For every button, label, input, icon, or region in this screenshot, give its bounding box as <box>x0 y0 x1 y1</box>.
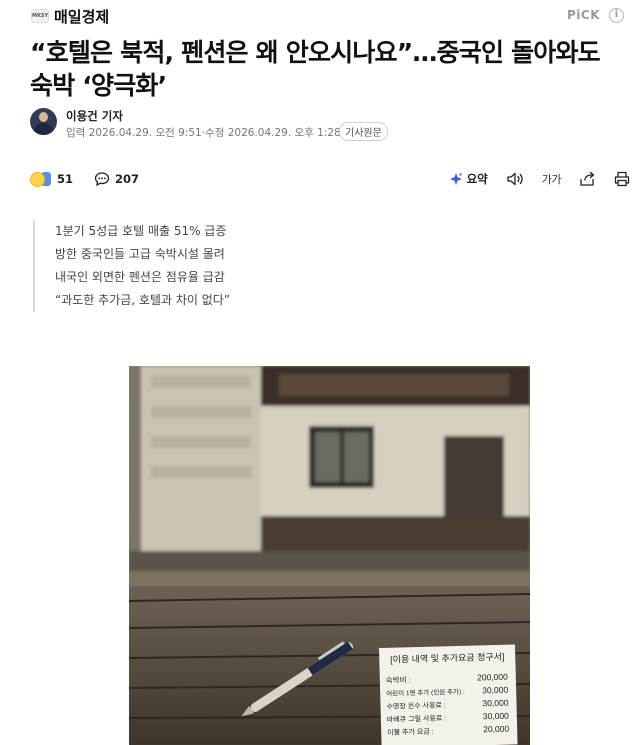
article-photo[interactable]: [이용 내역 및 추가요금 청구서] 숙박비 : 200,000 어린이 1명 … <box>129 366 530 745</box>
share-button[interactable] <box>579 171 596 187</box>
summary-line-1: 1분기 5성급 호텔 매출 51% 급증 <box>55 224 227 238</box>
summary-line-2: 방한 중국인들 고급 숙박시설 몰려 <box>55 247 225 261</box>
receipt-item-label-1: 숙박비 : <box>386 674 411 685</box>
summary-label: 요약 <box>466 172 488 186</box>
press-name[interactable]: 매일경제 <box>54 6 109 27</box>
summary-line-3: 내국인 외면한 펜션은 점유율 급감 <box>55 270 225 284</box>
receipt-item-amount-4: 30,000 <box>483 711 510 722</box>
receipt-item-amount-5: 20,000 <box>483 724 510 735</box>
summary-line-4: “과도한 추가금, 호텔과 차이 없다” <box>55 293 231 307</box>
byline: 이용건 기자 입력 2026.04.29. 오전 9:51·수정 2026.04… <box>30 108 630 141</box>
font-size-label: 가가 <box>541 173 562 186</box>
input-label: 입력 <box>66 127 86 139</box>
pick-label: PiCK <box>566 8 600 22</box>
reporter-name[interactable]: 이용건 기자 <box>66 108 123 124</box>
comment-icon <box>94 172 110 187</box>
article-headline: “호텔은 북적, 펜션은 왜 안오시나요”…중국인 돌아와도 숙박 ‘양극화’ <box>30 36 620 102</box>
input-time: 2026.04.29. 오전 9:51 <box>88 127 202 139</box>
reporter-avatar[interactable] <box>30 108 57 135</box>
receipt-item-amount-3: 30,000 <box>482 698 509 709</box>
article-tools: 요약 가가 <box>431 168 630 190</box>
headline-line-1: “호텔은 북적, 펜션은 왜 안오시나요”…중국인 돌아와도 <box>30 38 601 67</box>
top-bar: MKSY 매일경제 PiCK i <box>0 0 638 34</box>
receipt-item-amount-1: 200,000 <box>477 672 508 683</box>
share-icon <box>580 171 595 186</box>
reaction-button[interactable]: 51 <box>30 168 73 190</box>
article-summary: 1분기 5성급 호텔 매출 51% 급증 방한 중국인들 고급 숙박시설 몰려 … <box>33 220 433 312</box>
original-article-link[interactable]: 기사원문 <box>339 122 388 141</box>
press-logo[interactable]: MKSY <box>31 9 49 23</box>
comment-button[interactable]: 207 <box>94 168 139 190</box>
tts-button[interactable] <box>506 171 524 187</box>
action-bar: 51 207 요약 가가 <box>30 168 630 190</box>
comment-count: 207 <box>115 172 140 186</box>
pension-photo-illustration: [이용 내역 및 추가요금 청구서] 숙박비 : 200,000 어린이 1명 … <box>129 366 530 745</box>
ai-summary-icon <box>449 173 462 185</box>
modified-label: 수정 <box>205 127 225 139</box>
headline-line-2: 숙박 ‘양극화’ <box>30 71 167 100</box>
receipt-item-amount-2: 30,000 <box>482 685 509 696</box>
reaction-count: 51 <box>57 172 74 186</box>
font-size-button[interactable]: 가가 <box>541 171 562 187</box>
smile-emoji-icon <box>30 171 45 187</box>
print-icon <box>614 171 630 187</box>
pick-info-icon[interactable]: i <box>609 8 624 23</box>
modified-time: 2026.04.29. 오후 1:28 <box>227 127 341 139</box>
print-button[interactable] <box>614 171 630 187</box>
summary-button[interactable]: 요약 <box>449 171 488 187</box>
speaker-icon <box>507 172 523 186</box>
article-dates: 입력 2026.04.29. 오전 9:51·수정 2026.04.29. 오후… <box>66 125 341 140</box>
